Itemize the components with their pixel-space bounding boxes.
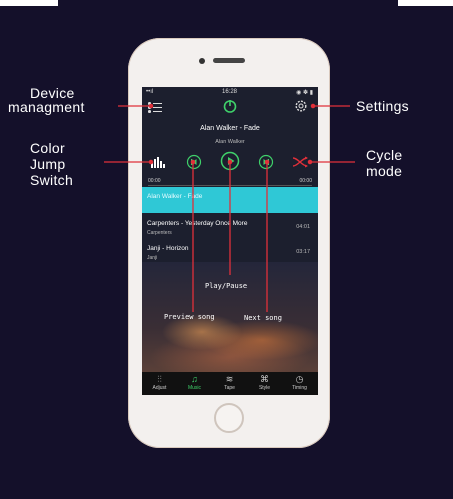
label-settings: Settings bbox=[356, 98, 409, 114]
label-device-management-1: Device bbox=[30, 85, 75, 101]
callout-play-pause: Play/Pause bbox=[205, 282, 248, 290]
label-device-management-2: managment bbox=[8, 99, 85, 115]
label-cycle-2: mode bbox=[366, 163, 403, 179]
label-color-jump-3: Switch bbox=[30, 172, 74, 188]
label-color-jump-2: Jump bbox=[30, 156, 66, 172]
label-color-jump-1: Color bbox=[30, 140, 65, 156]
callout-next-song: Next song bbox=[244, 314, 282, 322]
callout-preview-song: Preview song bbox=[164, 313, 215, 321]
label-cycle-1: Cycle bbox=[366, 147, 403, 163]
callout-lines bbox=[104, 103, 355, 312]
